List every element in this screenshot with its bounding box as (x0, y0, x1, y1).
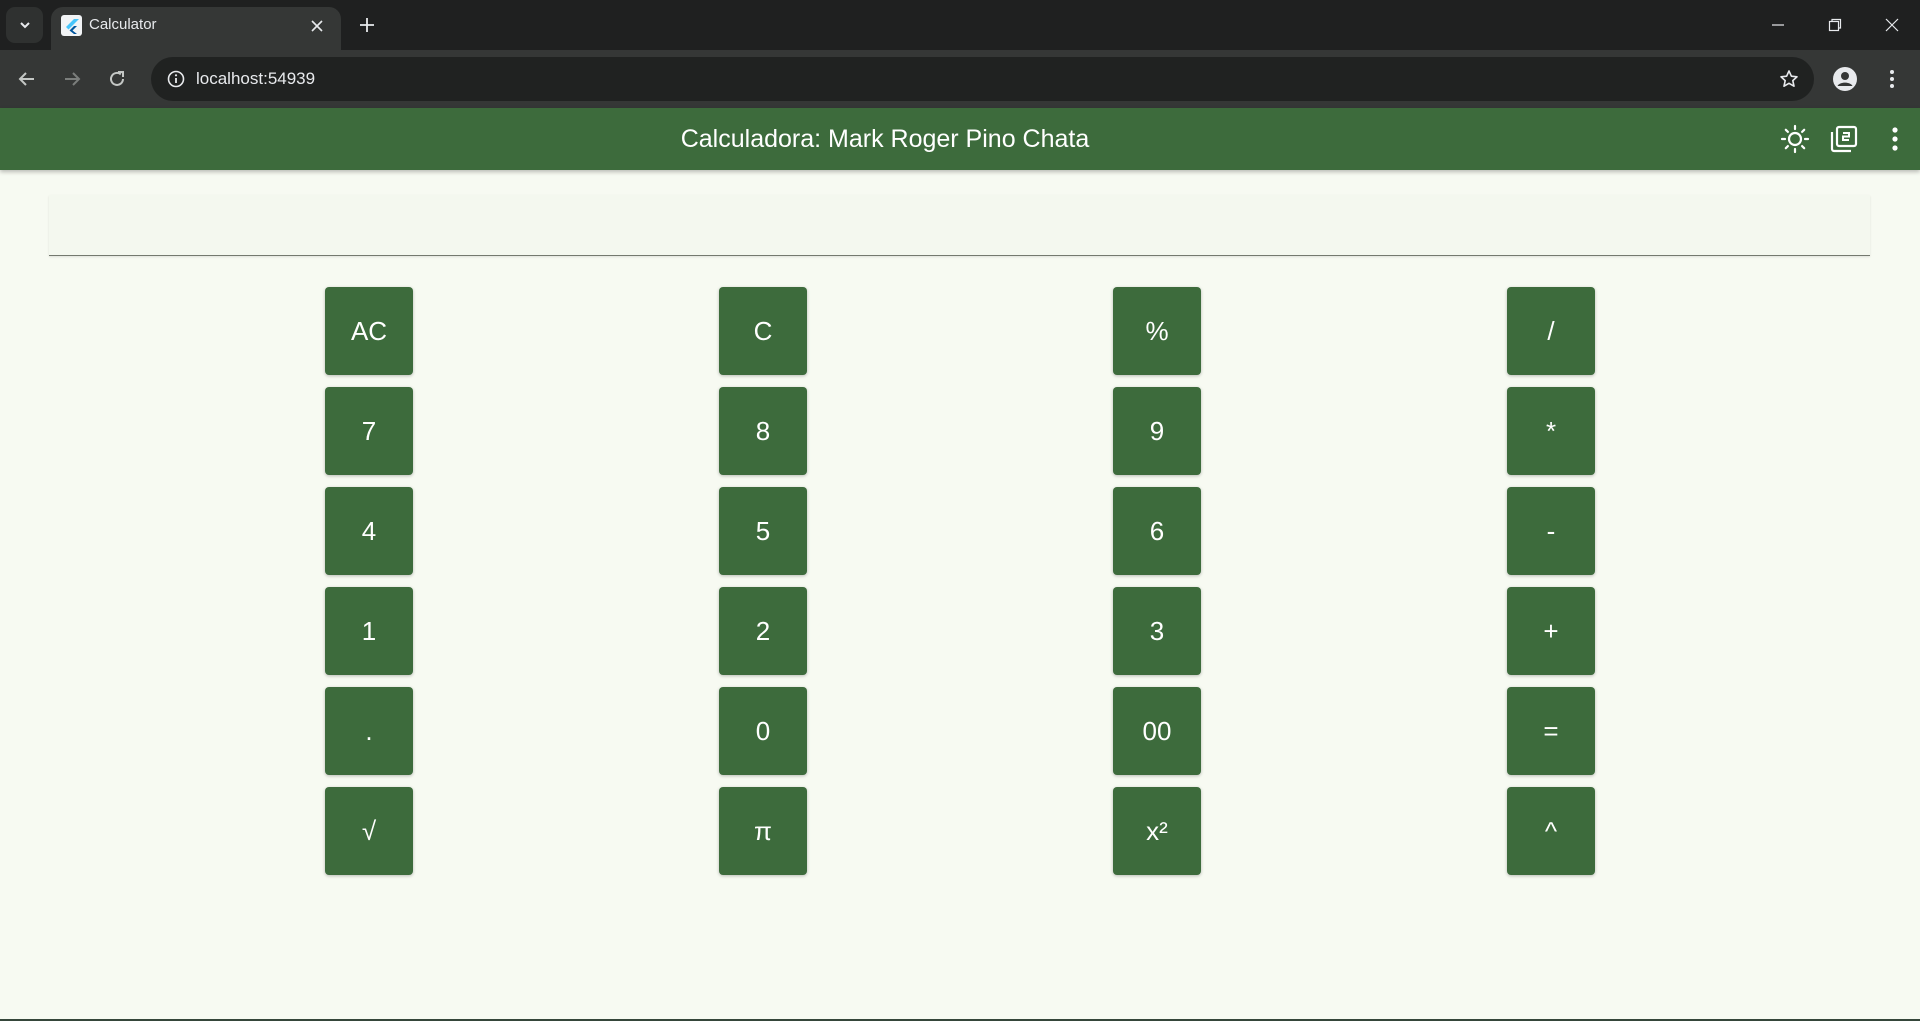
key-pi-button[interactable]: π (719, 787, 807, 875)
browser-toolbar: localhost:54939 (0, 50, 1920, 108)
key-double-zero-button[interactable]: 00 (1113, 687, 1201, 775)
more-options-button[interactable] (1875, 119, 1915, 159)
key-square-root-button[interactable]: √ (325, 787, 413, 875)
key-digit-3-button[interactable]: 3 (1113, 587, 1201, 675)
url-text: localhost:54939 (196, 69, 316, 88)
key-square-button[interactable]: x² (1113, 787, 1201, 875)
key-divide-button[interactable]: / (1507, 287, 1595, 375)
site-info-button[interactable] (161, 64, 191, 94)
close-icon (1885, 18, 1898, 32)
vertical-dots-icon (1892, 127, 1898, 151)
key-digit-7-button[interactable]: 7 (325, 387, 413, 475)
profile-button[interactable] (1827, 61, 1863, 97)
key-digit-2-button[interactable]: 2 (719, 587, 807, 675)
sun-icon (1780, 124, 1810, 154)
key-digit-8-button[interactable]: 8 (719, 387, 807, 475)
close-window-button[interactable] (1863, 0, 1920, 50)
person-icon (1833, 67, 1857, 91)
tab-close-button[interactable] (304, 13, 330, 39)
arrow-left-icon (18, 72, 34, 86)
new-tab-button[interactable] (352, 10, 382, 40)
key-digit-4-button[interactable]: 4 (325, 487, 413, 575)
arrow-right-icon (65, 72, 81, 86)
flutter-favicon-icon (61, 15, 82, 36)
close-icon (311, 20, 323, 32)
star-icon (1780, 70, 1798, 87)
restore-button[interactable] (1806, 0, 1863, 50)
back-button[interactable] (9, 61, 45, 97)
tab-search-button[interactable] (6, 7, 43, 43)
tab-title: Calculator (89, 16, 157, 33)
browser-menu-button[interactable] (1874, 61, 1910, 97)
info-icon (167, 70, 185, 88)
key-add-button[interactable]: + (1507, 587, 1595, 675)
browser-tab-strip: Calculator (0, 0, 1920, 50)
key-power-button[interactable]: ^ (1507, 787, 1595, 875)
key-decimal-point-button[interactable]: . (325, 687, 413, 775)
reload-icon (110, 71, 124, 86)
key-equals-button[interactable]: = (1507, 687, 1595, 775)
key-percent-button[interactable]: % (1113, 287, 1201, 375)
bookmark-button[interactable] (1774, 64, 1804, 94)
reload-button[interactable] (99, 61, 135, 97)
calculator-display[interactable] (49, 195, 1870, 256)
address-bar[interactable]: localhost:54939 (151, 57, 1814, 101)
chevron-down-icon (19, 22, 30, 29)
key-digit-5-button[interactable]: 5 (719, 487, 807, 575)
minimize-button[interactable] (1749, 0, 1806, 50)
app-bar: Calculadora: Mark Roger Pino Chata (0, 108, 1920, 170)
theme-toggle-button[interactable] (1775, 119, 1815, 159)
forward-button[interactable] (54, 61, 90, 97)
tab-calculator[interactable]: Calculator (51, 7, 341, 50)
history-button[interactable] (1824, 119, 1864, 159)
key-digit-9-button[interactable]: 9 (1113, 387, 1201, 475)
library-icon (1830, 125, 1858, 153)
key-all-clear-button[interactable]: AC (325, 287, 413, 375)
vertical-dots-icon (1890, 70, 1894, 88)
page-title: Calculadora: Mark Roger Pino Chata (680, 125, 1090, 153)
key-multiply-button[interactable]: * (1507, 387, 1595, 475)
key-digit-0-button[interactable]: 0 (719, 687, 807, 775)
plus-icon (360, 18, 374, 32)
key-digit-6-button[interactable]: 6 (1113, 487, 1201, 575)
minimize-icon (1771, 24, 1784, 26)
restore-icon (1828, 18, 1841, 32)
key-digit-1-button[interactable]: 1 (325, 587, 413, 675)
key-clear-button[interactable]: C (719, 287, 807, 375)
key-subtract-button[interactable]: - (1507, 487, 1595, 575)
